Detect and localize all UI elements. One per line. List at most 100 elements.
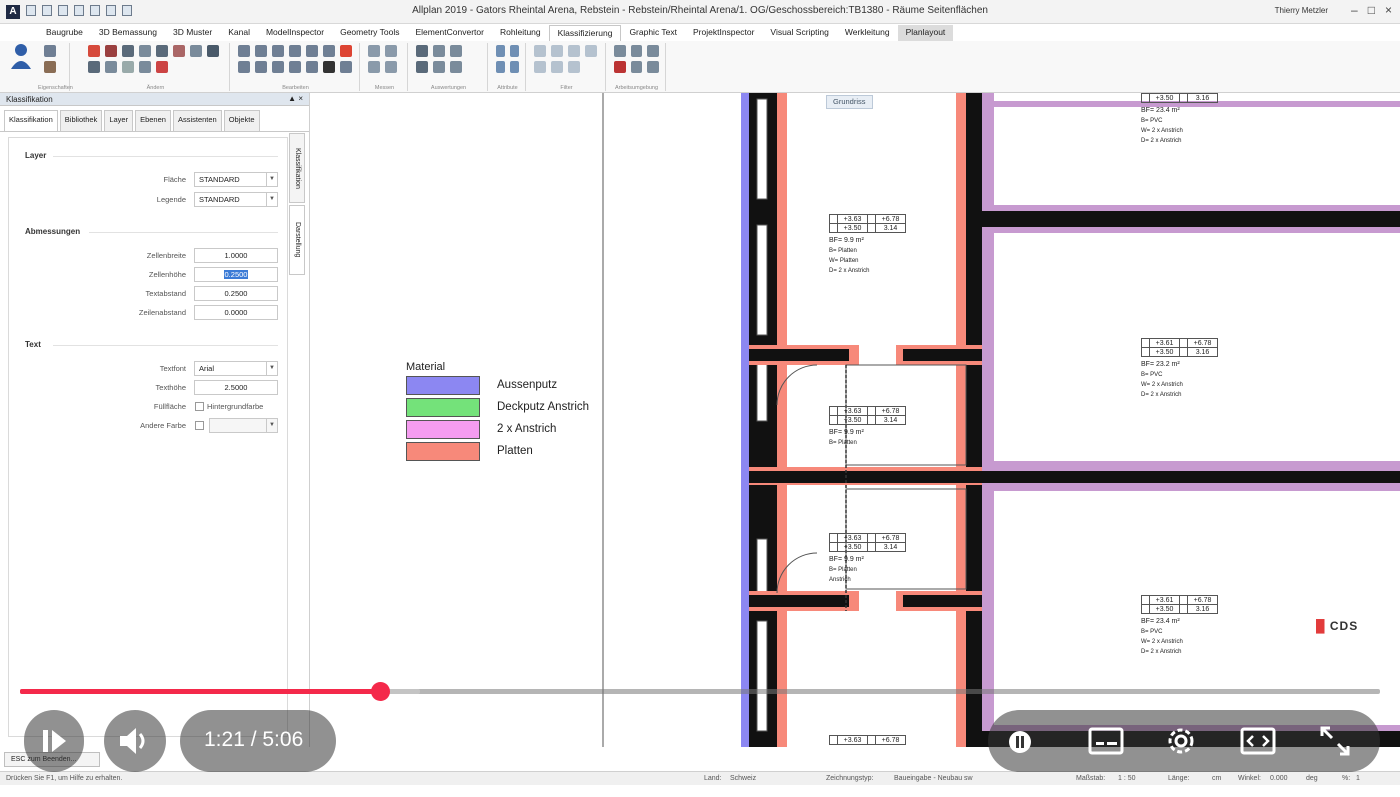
zellenhoehe-input[interactable]: 0.2500 xyxy=(194,267,278,282)
edit-tool-2-icon[interactable] xyxy=(255,45,267,57)
rotate-tool-icon[interactable] xyxy=(173,45,185,57)
room-stamp[interactable]: +3.63 +6.78 +3.50 3.14 BF= 9.9 m² B= Platten W… xyxy=(829,214,906,276)
filter-tool-6-icon[interactable] xyxy=(551,61,563,73)
side-tab-klassifikation[interactable]: Klassifikation xyxy=(289,133,305,203)
user-role-icon[interactable] xyxy=(10,43,32,73)
textfont-select[interactable]: Arial ▼ xyxy=(194,361,278,376)
edit-tool-4-icon[interactable] xyxy=(289,45,301,57)
andere-farbe-checkbox[interactable] xyxy=(195,421,204,430)
workspace-tool-1-icon[interactable] xyxy=(614,45,626,57)
export-tool-icon[interactable] xyxy=(433,61,445,73)
subtitles-icon[interactable] xyxy=(1088,727,1124,755)
edit-tool-9-icon[interactable] xyxy=(255,61,267,73)
edit-tool-11-icon[interactable] xyxy=(289,61,301,73)
stretch-tool-icon[interactable] xyxy=(207,45,219,57)
room-stamp-partial[interactable]: +3.50 3.16 BF= 23.4 m² B= PVC W= 2 x Anst… xyxy=(1141,93,1218,146)
ribbon-tab-rohleitung[interactable]: Rohleitung xyxy=(492,25,549,41)
copy-tool-icon[interactable] xyxy=(139,45,151,57)
panel-tab-klassifikation[interactable]: Klassifikation xyxy=(4,110,58,131)
measure-area-icon[interactable] xyxy=(385,45,397,57)
workspace-tool-4-icon[interactable] xyxy=(614,61,626,73)
filter-tool-4-icon[interactable] xyxy=(585,45,597,57)
delete-tool-icon[interactable] xyxy=(156,61,168,73)
zellenbreite-input[interactable]: 1.0000 xyxy=(194,248,278,263)
list-tool-icon[interactable] xyxy=(450,45,462,57)
match-tool-icon[interactable] xyxy=(139,61,151,73)
ribbon-tab-planlayout[interactable]: Planlayout xyxy=(897,25,954,41)
edit-tool-7-icon[interactable] xyxy=(340,45,352,57)
ribbon-tab-werkleitung[interactable]: Werkleitung xyxy=(837,25,898,41)
measure-distance-icon[interactable] xyxy=(368,45,380,57)
pencil-tool-icon[interactable] xyxy=(88,45,100,57)
ribbon-tab-baugrube[interactable]: Baugrube xyxy=(38,25,91,41)
panel-close-icon[interactable]: × xyxy=(298,94,303,103)
land-value[interactable]: Schweiz xyxy=(730,775,756,782)
panel-tab-objekte[interactable]: Objekte xyxy=(223,110,260,131)
section-text-title[interactable]: Text xyxy=(25,340,41,349)
attribute-tool-2-icon[interactable] xyxy=(510,45,519,57)
room-stamp[interactable]: +3.63 +6.78 +3.50 3.14 BF= 9.9 m² B= Platten xyxy=(829,406,906,448)
ribbon-tab-klassifizierung[interactable]: Klassifizierung xyxy=(548,25,622,41)
pin-icon[interactable]: ▲ xyxy=(288,94,296,103)
section-layer-title[interactable]: Layer xyxy=(25,151,46,160)
laenge-value[interactable]: cm xyxy=(1212,775,1221,782)
measure-volume-icon[interactable] xyxy=(385,61,397,73)
filter-tool-2-icon[interactable] xyxy=(551,45,563,57)
video-scrubber-handle[interactable] xyxy=(370,682,390,701)
volume-button[interactable] xyxy=(104,710,166,772)
close-icon[interactable]: × xyxy=(1385,3,1392,17)
report-tool-icon[interactable] xyxy=(416,45,428,57)
fullscreen-icon[interactable] xyxy=(1318,724,1352,758)
maximize-icon[interactable]: □ xyxy=(1368,3,1375,17)
filter-tool-7-icon[interactable] xyxy=(568,61,580,73)
room-stamp[interactable]: +3.61 +6.78 +3.50 3.16 BF= 23.2 m² B= PVC W= 2… xyxy=(1141,338,1218,400)
minimize-icon[interactable]: – xyxy=(1351,3,1358,17)
theater-mode-icon[interactable] xyxy=(1240,727,1276,755)
ribbon-tab-visual-scripting[interactable]: Visual Scripting xyxy=(762,25,836,41)
massstab-value[interactable]: 1 : 50 xyxy=(1118,775,1136,782)
textabstand-input[interactable]: 0.2500 xyxy=(194,286,278,301)
sum-tool-icon[interactable] xyxy=(647,61,660,73)
percent-value[interactable]: 1 xyxy=(1356,775,1360,782)
ribbon-tab-graphic-text[interactable]: Graphic Text xyxy=(621,25,685,41)
classify-tool-icon[interactable] xyxy=(44,45,56,57)
offset-tool-icon[interactable] xyxy=(88,61,100,73)
pause-icon[interactable] xyxy=(1008,730,1032,754)
ribbon-tab-projektinspector[interactable]: ProjektInspector xyxy=(685,25,762,41)
filter-tool-1-icon[interactable] xyxy=(534,45,546,57)
edit-tool-8-icon[interactable] xyxy=(238,61,250,73)
workspace-tool-2-icon[interactable] xyxy=(630,45,643,57)
edit-tool-6-icon[interactable] xyxy=(323,45,335,57)
flaeche-select[interactable]: STANDARD ▼ xyxy=(194,172,278,187)
join-tool-icon[interactable] xyxy=(105,61,117,73)
label-tool-icon[interactable] xyxy=(416,61,428,73)
edit-tool-5-icon[interactable] xyxy=(306,45,318,57)
attribute-tool-4-icon[interactable] xyxy=(510,61,519,73)
legend-tool-icon[interactable] xyxy=(433,45,445,57)
edit-tool-1-icon[interactable] xyxy=(238,45,250,57)
attribute-tool-3-icon[interactable] xyxy=(496,61,505,73)
ribbon-tab-3d-bemassung[interactable]: 3D Bemassung xyxy=(91,25,165,41)
attribute-tool-1-icon[interactable] xyxy=(496,45,505,57)
room-stamp[interactable]: +3.63 +6.78 +3.50 3.14 BF= 9.9 m² B= Platten A… xyxy=(829,533,906,585)
format-tool-icon[interactable] xyxy=(122,61,134,73)
winkel-value[interactable]: 0.000 xyxy=(1270,775,1288,782)
scale-tool-icon[interactable] xyxy=(190,45,202,57)
ribbon-tab-3d-muster[interactable]: 3D Muster xyxy=(165,25,220,41)
view-tag[interactable]: Grundriss xyxy=(826,95,873,109)
ribbon-tab-modelinspector[interactable]: ModelInspector xyxy=(258,25,332,41)
room-stamp[interactable]: +3.63 +6.78 xyxy=(829,735,906,747)
workspace-tool-3-icon[interactable] xyxy=(647,45,660,57)
side-tab-darstellung[interactable]: Darstellung xyxy=(289,205,305,275)
workspace-tool-5-icon[interactable] xyxy=(630,61,643,73)
arc-tool-icon[interactable] xyxy=(122,45,134,57)
edit-tool-13-icon[interactable] xyxy=(340,61,352,73)
andere-farbe-select[interactable]: ▼ xyxy=(209,418,278,433)
section-abmessungen-title[interactable]: Abmessungen xyxy=(25,227,80,236)
properties-tool-icon[interactable] xyxy=(44,61,56,73)
legende-select[interactable]: STANDARD ▼ xyxy=(194,192,278,207)
texthoehe-input[interactable]: 2.5000 xyxy=(194,380,278,395)
user-name[interactable]: Thierry Metzler xyxy=(1275,6,1328,15)
filter-tool-3-icon[interactable] xyxy=(568,45,580,57)
panel-tab-assistenten[interactable]: Assistenten xyxy=(172,110,222,131)
